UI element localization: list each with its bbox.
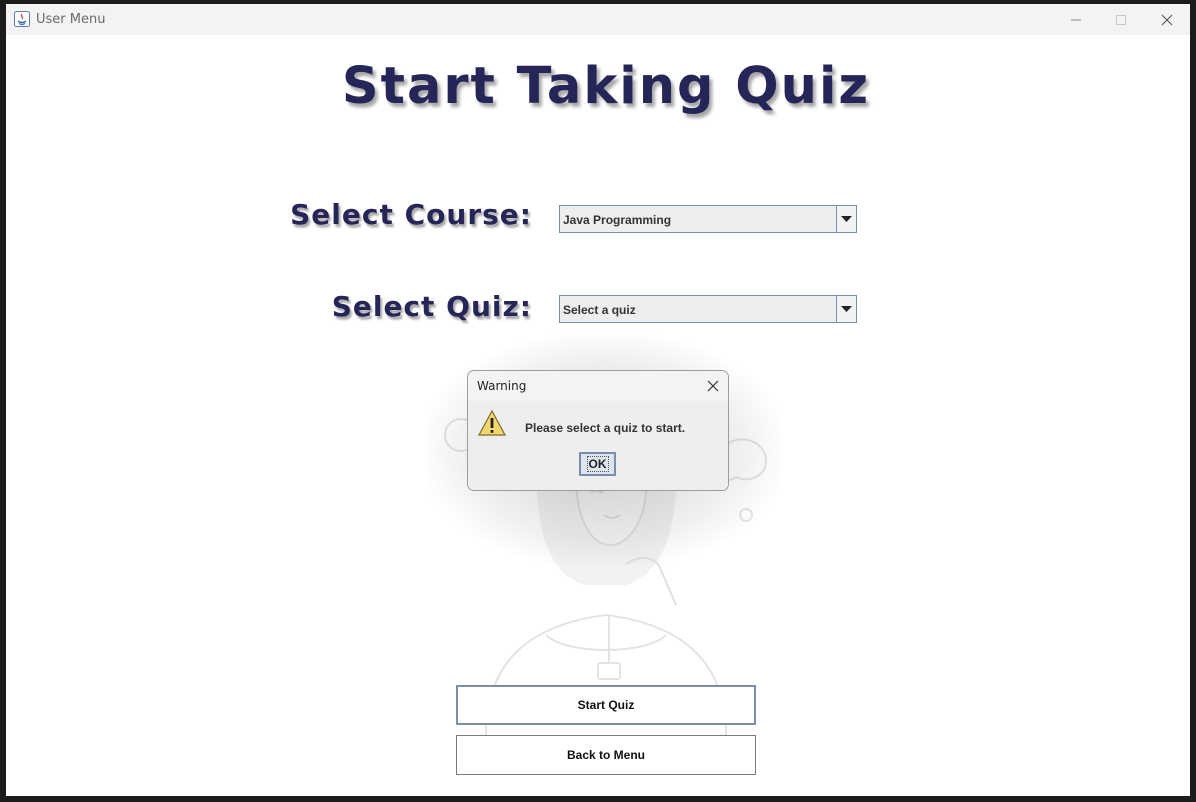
dialog-titlebar[interactable]: Warning [468, 371, 728, 401]
maximize-icon [1116, 15, 1126, 25]
minimize-icon [1071, 19, 1081, 21]
window-titlebar[interactable]: User Menu [6, 4, 1190, 35]
main-content: Start Taking Quiz Select Course: Java Pr… [6, 35, 1190, 796]
dialog-body: Please select a quiz to start. OK [468, 401, 728, 490]
page-title: Start Taking Quiz [341, 57, 871, 116]
warning-dialog: Warning Please select a quiz to start. O… [467, 370, 729, 491]
quiz-select-value: Select a quiz [563, 303, 636, 317]
window-title: User Menu [36, 12, 106, 27]
ok-button[interactable]: OK [579, 452, 616, 476]
java-app-icon [14, 11, 30, 27]
close-icon [707, 380, 719, 392]
warning-icon [478, 410, 506, 436]
close-button[interactable] [1144, 4, 1190, 35]
quiz-dropdown-button[interactable] [836, 296, 856, 322]
quiz-select[interactable]: Select a quiz [559, 295, 857, 323]
ok-button-label: OK [586, 456, 609, 472]
dialog-close-button[interactable] [704, 377, 722, 395]
dialog-title: Warning [477, 379, 527, 393]
dropdown-arrow-icon [841, 306, 852, 312]
close-icon [1161, 14, 1173, 26]
start-quiz-button[interactable]: Start Quiz [456, 685, 756, 725]
dialog-message: Please select a quiz to start. [525, 421, 686, 435]
course-label: Select Course: [290, 198, 532, 231]
maximize-button[interactable] [1098, 4, 1144, 35]
minimize-button[interactable] [1053, 4, 1099, 35]
course-dropdown-button[interactable] [836, 206, 856, 232]
course-select-value: Java Programming [563, 213, 672, 227]
dropdown-arrow-icon [841, 216, 852, 222]
quiz-label: Select Quiz: [331, 290, 532, 323]
app-window: User Menu Start Taking Quiz Select Cours… [6, 4, 1190, 796]
course-select[interactable]: Java Programming [559, 205, 857, 233]
back-to-menu-button[interactable]: Back to Menu [456, 735, 756, 775]
